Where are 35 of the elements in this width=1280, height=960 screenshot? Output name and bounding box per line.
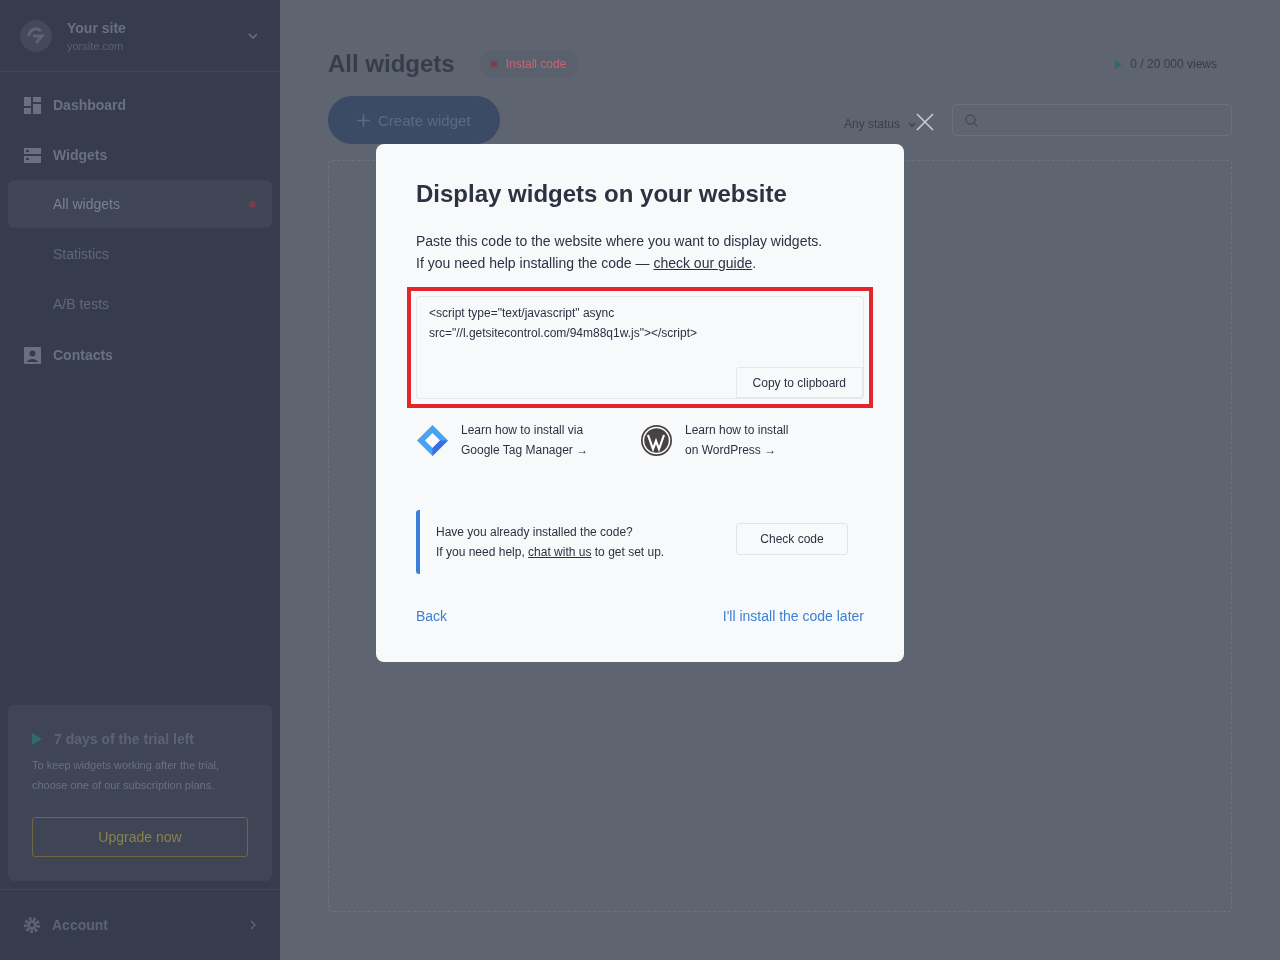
later-link[interactable]: I'll install the code later xyxy=(722,608,864,624)
guide-link[interactable]: check our guide xyxy=(653,255,753,271)
contact-icon xyxy=(24,346,41,364)
chat-link[interactable]: chat with us xyxy=(528,545,592,559)
search-icon xyxy=(965,113,978,127)
guide-link[interactable]: Learn how to install via Google Tag Manager → xyxy=(461,422,589,458)
copy-button[interactable]: Copy to clipboard xyxy=(735,367,863,398)
diamond-icon xyxy=(416,423,449,457)
nav-subitem[interactable]: All widgets xyxy=(8,180,272,228)
code-line: src="//l.getsitecontrol.com/94m88q1w.js"></script> xyxy=(429,325,698,341)
settings-icon[interactable] xyxy=(24,917,40,933)
intro-text: Paste this code to the website where you want to display widgets. xyxy=(416,232,824,251)
close-icon[interactable] xyxy=(916,113,934,131)
dashboard-icon xyxy=(24,96,41,114)
chevron-down-icon[interactable] xyxy=(248,32,258,39)
install-code-badge[interactable]: Install code xyxy=(478,51,579,77)
help-text: If you need help installing the code — check our guide. xyxy=(416,254,758,273)
back-link[interactable]: Back xyxy=(416,608,448,624)
logo-icon xyxy=(19,18,53,53)
code-box[interactable]: <script type="text/javascript" async src="//l.getsitecontrol.com/94m88q1w.js"></script> Copy to clipboard xyxy=(416,296,864,399)
check-code-button[interactable]: Check code xyxy=(736,523,848,555)
notice-question: Have you already installed the code? xyxy=(436,524,634,540)
upgrade-button[interactable]: Upgrade now xyxy=(32,817,248,857)
guide-link[interactable]: Learn how to install on WordPress → xyxy=(685,422,789,458)
dialog-title: Display widgets on your website xyxy=(416,180,788,208)
chevron-down-icon xyxy=(908,121,916,127)
search-field[interactable] xyxy=(952,104,1232,136)
plus-icon xyxy=(357,113,370,127)
code-line: <script type="text/javascript" async xyxy=(429,305,616,321)
notice-help: If you need help, chat with us to get set up. xyxy=(436,544,666,560)
chevron-right-icon[interactable] xyxy=(250,920,256,930)
play-icon xyxy=(1115,59,1123,69)
wordpress-icon xyxy=(640,423,673,457)
list-icon xyxy=(24,147,41,163)
play-icon xyxy=(32,733,42,745)
